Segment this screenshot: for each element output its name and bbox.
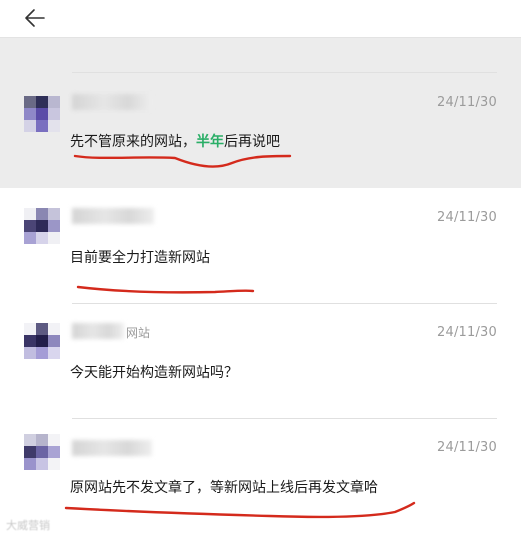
sender-name-blurred: [72, 94, 152, 110]
message-text-highlight: 半年: [196, 134, 224, 150]
message-item[interactable]: 24/11/30 原网站先不发文章了，等新网站上线后再发文章哈: [0, 428, 521, 528]
avatar: [24, 208, 60, 244]
back-button[interactable]: [22, 5, 48, 31]
sender-name-blurred: [72, 440, 152, 456]
message-item[interactable]: 24/11/30 目前要全力打造新网站: [0, 198, 521, 303]
message-text: 原网站先不发文章了，等新网站上线后再发文章哈: [70, 480, 378, 496]
message-text: 目前要全力打造新网站: [70, 250, 210, 266]
avatar: [24, 96, 60, 132]
message-time: 24/11/30: [437, 210, 497, 225]
arrow-left-icon: [25, 9, 45, 27]
message-text: 先不管原来的网站，半年后再说吧: [70, 131, 280, 151]
message-item[interactable]: 24/11/30 先不管原来的网站，半年后再说吧: [0, 88, 521, 188]
sender-name-tail: 网站: [126, 326, 151, 340]
divider: [72, 303, 497, 304]
divider: [72, 72, 497, 73]
message-text-part: 先不管原来的网站，: [70, 134, 196, 150]
top-bar: [0, 0, 521, 38]
sender-name-blurred: [72, 323, 124, 339]
sender-name-blurred: [72, 208, 154, 224]
avatar: [24, 434, 60, 470]
message-time: 24/11/30: [437, 325, 497, 340]
message-text-part: 后再说吧: [224, 134, 280, 150]
watermark: 大威营销: [6, 519, 50, 532]
message-text: 今天能开始构造新网站吗？: [70, 365, 238, 381]
message-item[interactable]: 网站 24/11/30 今天能开始构造新网站吗？: [0, 313, 521, 418]
avatar: [24, 323, 60, 359]
message-time: 24/11/30: [437, 95, 497, 110]
message-time: 24/11/30: [437, 440, 497, 455]
divider: [72, 418, 497, 419]
